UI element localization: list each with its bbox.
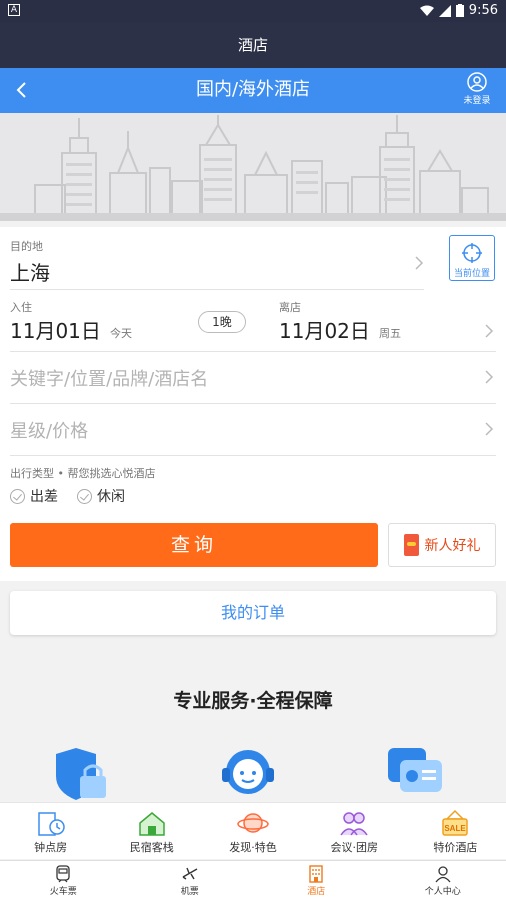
customer-service-icon (222, 750, 274, 794)
category-label: 民宿客栈 (129, 841, 174, 854)
travel-type-label: 出行类型 • 帮您挑选心悦酒店 (10, 467, 156, 480)
category-hourly-room[interactable]: 钟点房 (0, 803, 101, 859)
feature-icons (0, 742, 506, 802)
category-meeting[interactable]: 会议·团房 (304, 803, 405, 859)
checkin-day: 今天 (110, 327, 132, 340)
category-special-offer[interactable]: SALE 特价酒店 (405, 803, 506, 859)
category-bar: 钟点房 民宿客栈 发现·特色 会议·团房 SALE 特价酒店 (0, 802, 506, 859)
sale-icon: SALE (442, 809, 469, 836)
battery-icon (455, 4, 464, 17)
checkout-label: 离店 (279, 301, 301, 314)
category-label: 会议·团房 (330, 841, 378, 854)
category-label: 发现·特色 (229, 841, 277, 854)
current-location-button[interactable]: 当前位置 (449, 235, 495, 281)
wifi-icon (419, 5, 434, 16)
hotel-search-form: 目的地 上海 当前位置 入住 11月01日 今天 1晚 离店 11月02日 周五… (0, 227, 506, 581)
search-button[interactable]: 查询 (10, 523, 378, 567)
divider (10, 455, 496, 456)
shield-lock-icon (56, 748, 106, 800)
radio-circle (77, 488, 92, 504)
red-envelope-icon (403, 534, 419, 556)
hourly-room-icon (37, 812, 65, 836)
chevron-right-icon (415, 256, 424, 270)
chevron-right-icon (485, 422, 494, 436)
current-location-label: 当前位置 (453, 269, 490, 279)
user-icon (467, 72, 487, 92)
travel-type-leisure-label: 休闲 (97, 489, 125, 505)
nights-badge: 1晚 (198, 311, 246, 333)
locate-icon (462, 243, 482, 263)
meeting-icon (340, 812, 368, 836)
svg-text:SALE: SALE (445, 824, 467, 833)
planet-icon (237, 813, 269, 833)
divider (10, 351, 496, 352)
checkout-date: 11月02日 (279, 319, 370, 343)
category-discover[interactable]: 发现·特色 (202, 803, 303, 859)
notification-icon: A (8, 4, 20, 16)
signal-icon (438, 4, 451, 17)
travel-type-business-label: 出差 (30, 489, 58, 505)
star-price-input[interactable]: 星级/价格 (10, 417, 88, 443)
chevron-right-icon (485, 324, 494, 338)
keyword-input[interactable]: 关键字/位置/品牌/酒店名 (10, 365, 208, 391)
tab-flight[interactable]: 机票 (127, 861, 254, 900)
service-title: 专业服务·全程保障 (173, 690, 333, 712)
nav-bar: 国内/海外酒店 未登录 (0, 68, 506, 113)
tab-label: 酒店 (307, 887, 326, 897)
checkin-label: 入住 (10, 301, 32, 314)
destination-field[interactable]: 上海 (10, 257, 50, 286)
plane-icon (182, 867, 198, 880)
category-homestay[interactable]: 民宿客栈 (101, 803, 202, 859)
status-time: 9:56 (468, 3, 498, 18)
divider (10, 403, 496, 404)
chat-card-icon (388, 748, 442, 792)
my-orders-button[interactable]: 我的订单 (10, 591, 496, 635)
page-title: 国内/海外酒店 (195, 79, 311, 100)
checkin-date: 11月01日 (10, 319, 101, 343)
travel-type-leisure[interactable]: 休闲 (77, 486, 125, 506)
login-label: 未登录 (463, 96, 491, 106)
tab-label: 个人中心 (424, 887, 461, 897)
checkout-day: 周五 (379, 327, 401, 340)
chevron-right-icon (485, 370, 494, 384)
hotel-icon (309, 865, 323, 883)
tab-hotel[interactable]: 酒店 (253, 861, 380, 900)
status-bar: A 9:56 (0, 0, 506, 22)
login-button[interactable]: 未登录 (460, 72, 494, 106)
tab-label: 机票 (180, 887, 199, 897)
category-label: 钟点房 (34, 841, 68, 854)
tab-train[interactable]: 火车票 (0, 861, 127, 900)
divider (10, 289, 424, 290)
travel-type-business[interactable]: 出差 (10, 486, 58, 506)
radio-circle (10, 488, 25, 504)
tab-profile[interactable]: 个人中心 (380, 861, 506, 900)
tab-label: 火车票 (49, 887, 77, 897)
category-label: 特价酒店 (433, 841, 478, 854)
destination-label: 目的地 (10, 240, 43, 253)
train-icon (56, 865, 70, 883)
gift-label: 新人好礼 (424, 538, 481, 554)
bottom-tab-bar: 火车票 机票 酒店 个人中心 (0, 860, 506, 900)
skyline-banner (0, 113, 506, 221)
new-user-gift-button[interactable]: 新人好礼 (388, 523, 496, 567)
person-icon (435, 866, 451, 883)
homestay-icon (139, 812, 165, 836)
skyline-illustration (0, 115, 506, 221)
app-title: 酒店 (0, 22, 506, 68)
